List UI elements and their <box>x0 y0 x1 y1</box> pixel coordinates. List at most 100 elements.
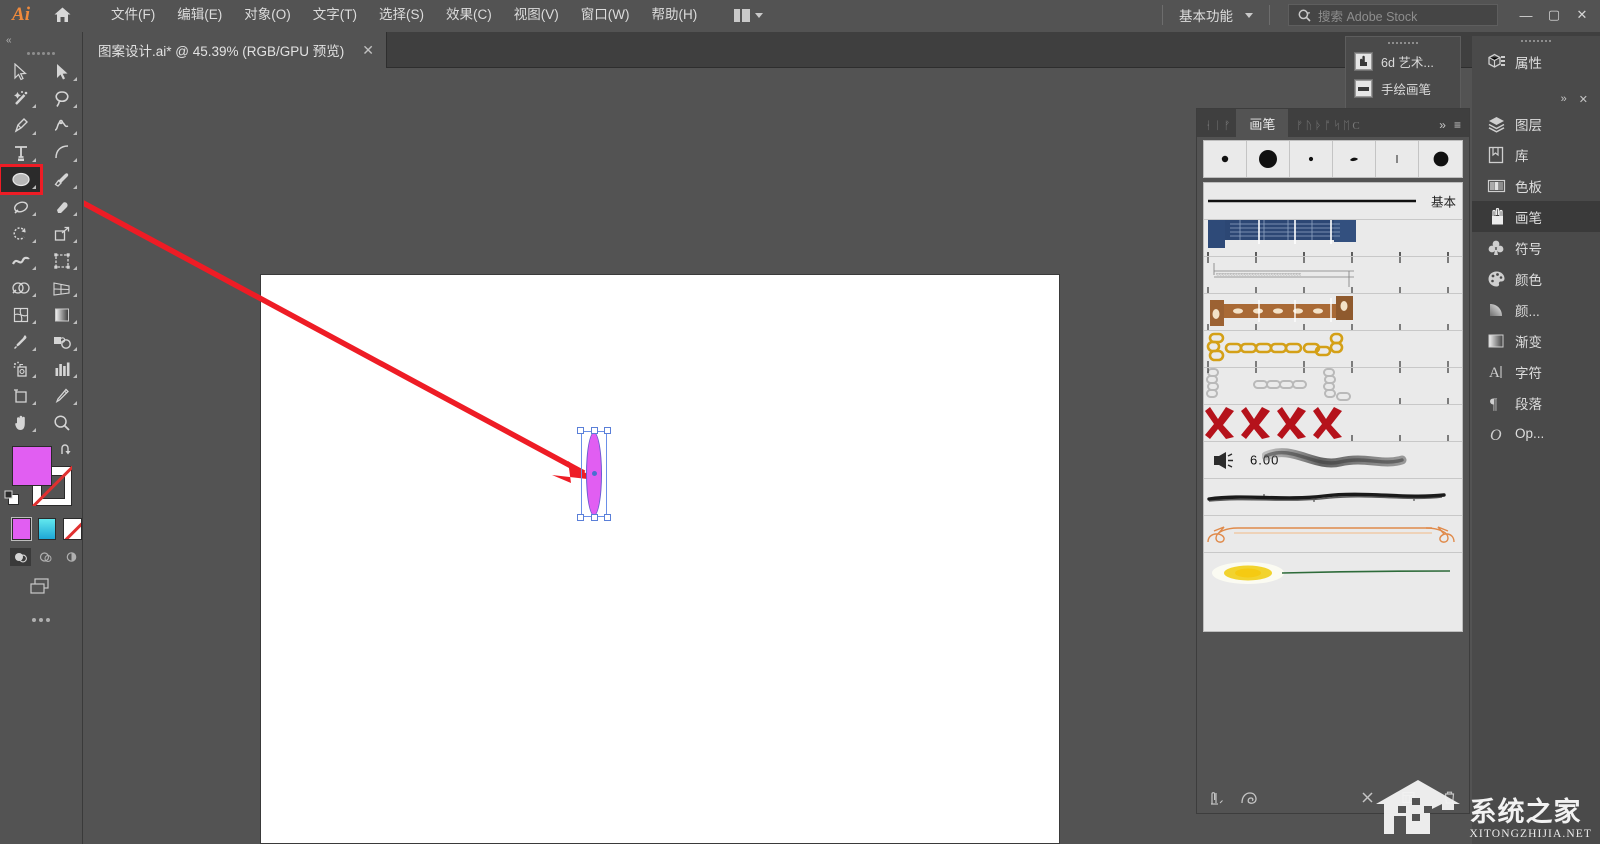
scale-tool[interactable] <box>41 220 82 247</box>
lasso-tool[interactable] <box>41 85 82 112</box>
brush-preset-small-dot[interactable] <box>1204 141 1247 177</box>
perspective-grid-tool[interactable] <box>41 274 82 301</box>
gradient-swatch-mode[interactable] <box>38 518 57 540</box>
brush-preset-large-dot[interactable] <box>1247 141 1290 177</box>
collapse-icon[interactable]: » <box>1561 93 1567 105</box>
shape-builder-tool[interactable] <box>0 274 41 301</box>
panel-grip[interactable] <box>1472 36 1600 46</box>
draw-normal-mode[interactable] <box>10 548 31 566</box>
paintbrush-tool[interactable] <box>41 166 82 193</box>
menu-window[interactable]: 窗口(W) <box>570 0 641 30</box>
shaper-tool[interactable] <box>0 193 41 220</box>
draw-behind-mode[interactable] <box>35 548 56 566</box>
type-tool[interactable] <box>0 139 41 166</box>
handle-bottom-left[interactable] <box>577 514 584 521</box>
symbol-sprayer-tool[interactable] <box>0 355 41 382</box>
home-icon[interactable] <box>42 0 82 30</box>
handle-top-left[interactable] <box>577 427 584 434</box>
default-fill-stroke-icon[interactable] <box>4 490 20 511</box>
close-icon[interactable]: ✕ <box>362 42 374 59</box>
brush-pattern-rope-brown[interactable] <box>1204 294 1462 331</box>
menu-select[interactable]: 选择(S) <box>368 0 435 30</box>
line-segment-tool[interactable] <box>41 139 82 166</box>
dock-item-character[interactable]: A 字符 <box>1472 356 1600 387</box>
magic-wand-tool[interactable] <box>0 85 41 112</box>
handle-bottom-center[interactable] <box>591 514 598 521</box>
handle-top-center[interactable] <box>591 427 598 434</box>
brush-pattern-chain-gold[interactable] <box>1204 331 1462 368</box>
workspace-switcher[interactable]: 基本功能 <box>1173 5 1259 25</box>
handle-top-right[interactable] <box>604 427 611 434</box>
brush-library-dropdown[interactable]: 6d 艺术... 手绘画笔 <box>1345 36 1461 110</box>
minimize-button[interactable]: — <box>1512 0 1540 30</box>
brush-library-item-1[interactable]: 6d 艺术... <box>1346 48 1460 75</box>
ellipse-tool[interactable] <box>0 166 41 193</box>
dock-item-symbols[interactable]: 符号 <box>1472 232 1600 263</box>
dock-item-color[interactable]: 颜色 <box>1472 263 1600 294</box>
menu-object[interactable]: 对象(O) <box>233 0 302 30</box>
eyedropper-tool[interactable] <box>0 328 41 355</box>
width-tool[interactable] <box>0 247 41 274</box>
search-input[interactable]: 搜索 Adobe Stock <box>1288 4 1498 26</box>
curvature-tool[interactable] <box>41 112 82 139</box>
artboard[interactable] <box>260 274 1060 844</box>
more-tools-icon[interactable] <box>0 596 82 622</box>
slice-tool[interactable] <box>41 382 82 409</box>
dock-item-libraries[interactable]: 库 <box>1472 139 1600 170</box>
zoom-tool[interactable] <box>41 409 82 436</box>
panel-menu-icon[interactable]: ≡ <box>1454 118 1461 132</box>
arrange-documents-button[interactable] <box>726 3 771 27</box>
brush-libraries-menu-button[interactable] <box>1209 790 1226 811</box>
screen-mode-button[interactable] <box>0 566 82 596</box>
libraries-panel-button[interactable] <box>1240 790 1259 811</box>
menu-type[interactable]: 文字(T) <box>302 0 368 30</box>
mesh-tool[interactable] <box>0 301 41 328</box>
brush-preset-line[interactable] <box>1376 141 1419 177</box>
panel-tab-ghost-right[interactable]: ᚠ ᚢ ᚦ ᚩ ᛋ ᛖ C <box>1288 120 1367 137</box>
column-graph-tool[interactable] <box>41 355 82 382</box>
dock-item-gradient[interactable]: 渐变 <box>1472 325 1600 356</box>
eraser-tool[interactable] <box>41 193 82 220</box>
document-tab[interactable]: 图案设计.ai* @ 45.39% (RGB/GPU 预览) ✕ <box>84 32 387 68</box>
brush-pattern-red-cross[interactable] <box>1204 405 1462 442</box>
swap-fill-stroke-icon[interactable] <box>60 443 75 462</box>
color-swatch-mode[interactable] <box>12 518 31 540</box>
dock-item-swatches[interactable]: 色板 <box>1472 170 1600 201</box>
brush-charcoal[interactable] <box>1204 479 1462 516</box>
artboard-tool[interactable] <box>0 382 41 409</box>
rotate-tool[interactable] <box>0 220 41 247</box>
brush-pattern-chain-silver[interactable] <box>1204 368 1462 405</box>
direct-selection-tool[interactable] <box>41 58 82 85</box>
brush-basic[interactable]: 基本 <box>1204 183 1462 220</box>
brush-library-item-2[interactable]: 手绘画笔 <box>1346 75 1460 102</box>
fill-swatch[interactable] <box>12 446 52 486</box>
none-swatch-mode[interactable] <box>63 518 82 540</box>
panel-grip[interactable] <box>1346 37 1460 48</box>
dock-item-paragraph[interactable]: ¶ 段落 <box>1472 387 1600 418</box>
handle-bottom-right[interactable] <box>604 514 611 521</box>
collapse-icon[interactable]: » <box>1439 118 1446 132</box>
brush-preset-comma[interactable] <box>1333 141 1376 177</box>
menu-file[interactable]: 文件(F) <box>100 0 166 30</box>
maximize-button[interactable]: ▢ <box>1540 0 1568 30</box>
selection-tool[interactable] <box>0 58 41 85</box>
brush-pattern-blue[interactable] <box>1204 220 1462 257</box>
selected-ellipse-object[interactable] <box>581 431 607 517</box>
brush-scatter-yellow[interactable] <box>1204 553 1462 590</box>
dock-item-opentype[interactable]: O Op... <box>1472 418 1600 449</box>
tab-brushes[interactable]: 画笔 <box>1236 109 1288 137</box>
tools-collapse-button[interactable]: « <box>0 32 82 48</box>
pen-tool[interactable] <box>0 112 41 139</box>
dock-item-properties[interactable]: 属性 <box>1472 46 1600 77</box>
brush-art-orange[interactable] <box>1204 516 1462 553</box>
panel-tab-ghost-left[interactable]: ᛂ ᛁ ᚠ <box>1197 120 1236 137</box>
free-transform-tool[interactable] <box>41 247 82 274</box>
tools-panel-grip[interactable] <box>0 48 82 58</box>
gradient-tool[interactable] <box>41 301 82 328</box>
close-button[interactable]: ✕ <box>1568 0 1596 30</box>
brush-bristle[interactable]: 6.00 <box>1204 442 1462 479</box>
dock-item-layers[interactable]: 图层 <box>1472 108 1600 139</box>
menu-edit[interactable]: 编辑(E) <box>166 0 233 30</box>
brush-preset-tiny-dot[interactable] <box>1290 141 1333 177</box>
blend-tool[interactable] <box>41 328 82 355</box>
